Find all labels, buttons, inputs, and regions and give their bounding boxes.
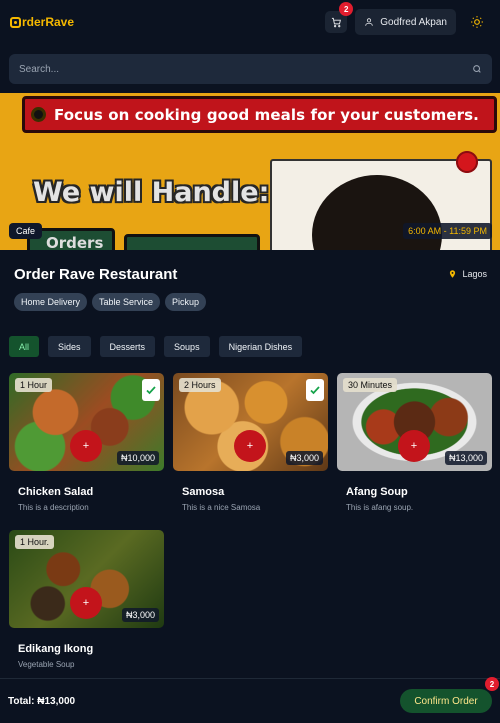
search-bar (9, 54, 492, 84)
service-options: Home Delivery Table Service Pickup (14, 293, 207, 311)
menu-item-description: This is a description (18, 503, 89, 512)
banner-box-2 (124, 234, 260, 250)
opening-hours: 6:00 AM - 11:59 PM (403, 223, 492, 239)
add-to-cart-button[interactable]: + (70, 430, 102, 462)
confirm-order-label: Confirm Order (414, 695, 478, 707)
pin-icon (456, 151, 478, 173)
menu-item-name: Samosa (182, 486, 225, 498)
menu-item-image: 30 Minutes + ₦13,000 (337, 373, 492, 471)
location-pin-icon (450, 270, 456, 278)
restaurant-name: Order Rave Restaurant (14, 266, 178, 283)
order-total: Total: ₦13,000 (8, 695, 76, 707)
selected-check-icon (142, 379, 160, 401)
banner-headline: Focus on cooking good meals for your cus… (54, 105, 479, 124)
category-tag: Cafe (9, 223, 43, 239)
cart-count-badge: 2 (339, 2, 354, 16)
menu-item-image: 2 Hours + ₦3,000 (173, 373, 328, 471)
item-price: ₦13,000 (444, 451, 487, 465)
menu-item-card[interactable]: 1 Hour. + ₦3,000 Edikang Ikong Vegetable… (9, 530, 164, 669)
service-table-service: Table Service (92, 293, 161, 311)
prep-time-badge: 30 Minutes (343, 378, 398, 392)
banner-headline-box: Focus on cooking good meals for your cus… (22, 96, 497, 133)
add-to-cart-button[interactable]: + (398, 430, 430, 462)
user-icon (365, 18, 374, 26)
menu-item-card[interactable]: 2 Hours + ₦3,000 Samosa This is a nice S… (173, 373, 328, 512)
order-footer: Total: ₦13,000 Confirm Order 2 (0, 677, 500, 723)
item-price: ₦10,000 (116, 451, 159, 465)
cart-icon (331, 17, 341, 27)
menu-item-name: Chicken Salad (18, 486, 94, 498)
add-to-cart-button[interactable]: + (234, 430, 266, 462)
logo-icon (10, 16, 21, 28)
add-to-cart-button[interactable]: + (70, 587, 102, 619)
restaurant-banner: Focus on cooking good meals for your cus… (0, 93, 500, 250)
prep-time-badge: 1 Hour (15, 378, 53, 392)
menu-item-description: This is afang soup. (346, 503, 414, 512)
tab-all[interactable]: All (9, 336, 40, 357)
location-text: Lagos (462, 269, 487, 279)
banner-subline: We will Handle: (33, 177, 270, 208)
banner-orders-text: Orders (46, 234, 104, 250)
confirm-order-button[interactable]: Confirm Order 2 (400, 677, 499, 713)
menu-item-card[interactable]: 30 Minutes + ₦13,000 Afang Soup This is … (337, 373, 492, 512)
restaurant-location: Lagos (448, 269, 487, 279)
service-pickup: Pickup (165, 293, 207, 311)
menu-item-name: Afang Soup (346, 486, 408, 498)
category-tabs: All Sides Desserts Soups Nigerian Dishes (9, 336, 303, 357)
sun-icon (471, 16, 483, 28)
search-input[interactable] (19, 63, 439, 75)
cart-button[interactable]: 2 (325, 2, 354, 33)
order-count-badge: 2 (485, 677, 499, 691)
logo-text: rderRave (22, 15, 75, 29)
tab-soups[interactable]: Soups (164, 336, 210, 357)
menu-item-description: This is a nice Samosa (182, 503, 261, 512)
app-logo[interactable]: rderRave (10, 15, 74, 29)
menu-item-name: Edikang Ikong (18, 643, 94, 655)
tab-sides[interactable]: Sides (48, 336, 91, 357)
item-price: ₦3,000 (285, 451, 323, 465)
menu-item-image: 1 Hour. + ₦3,000 (9, 530, 164, 628)
item-price: ₦3,000 (121, 608, 159, 622)
tab-nigerian-dishes[interactable]: Nigerian Dishes (218, 336, 303, 357)
prep-time-badge: 1 Hour. (15, 535, 55, 549)
user-name: Godfred Akpan (380, 16, 447, 28)
banner-dot-icon (31, 107, 46, 122)
menu-item-image: 1 Hour + ₦10,000 (9, 373, 164, 471)
user-menu-button[interactable]: Godfred Akpan (355, 9, 456, 35)
tab-desserts[interactable]: Desserts (99, 336, 156, 357)
selected-check-icon (306, 379, 324, 401)
search-icon[interactable] (472, 64, 482, 74)
prep-time-badge: 2 Hours (179, 378, 221, 392)
header-actions: 2 Godfred Akpan (325, 2, 490, 35)
theme-toggle-button[interactable] (464, 9, 490, 35)
menu-item-card[interactable]: 1 Hour + ₦10,000 Chicken Salad This is a… (9, 373, 164, 512)
service-home-delivery: Home Delivery (14, 293, 88, 311)
top-navbar: rderRave 2 Godfred Akpan (0, 0, 500, 44)
menu-item-description: Vegetable Soup (18, 660, 75, 669)
